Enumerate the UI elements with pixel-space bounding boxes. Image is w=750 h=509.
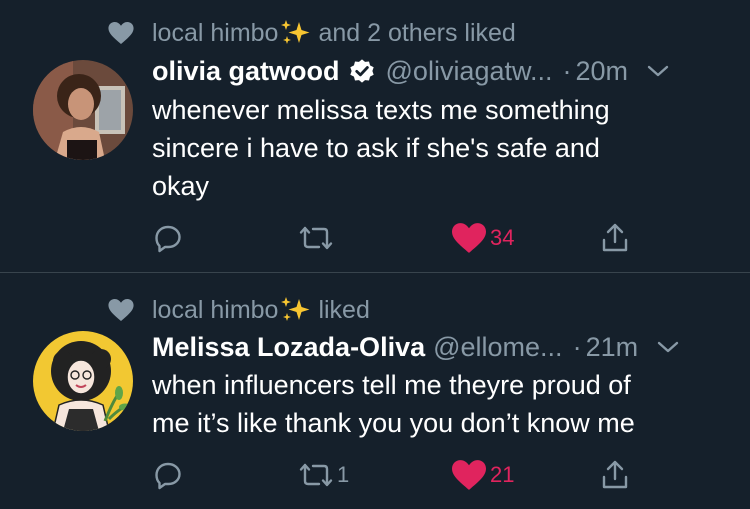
sparkles-emoji [281,297,310,321]
heart-icon [108,22,134,44]
tweet-header: Melissa Lozada-Oliva @ellome... · 21m [152,330,730,364]
retweet-icon [299,463,333,487]
share-icon [602,223,628,252]
reply-button[interactable] [153,455,183,495]
tweet-actions: 1 21 [0,455,750,495]
tweet-text-line: whenever melissa texts me something [152,95,610,125]
avatar-image [33,331,133,431]
social-context: local himbo and 2 others liked [108,18,516,48]
separator-dot: · [572,331,582,362]
tweet-text: when influencers tell me theyre proud of… [152,366,720,442]
heart-icon [108,299,134,321]
retweet-icon [299,226,333,250]
tweet-text: whenever melissa texts me something sinc… [152,91,720,205]
reply-button[interactable] [153,218,183,258]
author-handle[interactable]: @ellome... [433,332,562,363]
tweet[interactable]: local himbo and 2 others liked olivia ga… [0,0,750,272]
tweet-actions: 34 [0,218,750,258]
share-icon [602,460,628,489]
sparkles-emoji [281,20,310,44]
context-suffix: liked [318,295,370,324]
chevron-down-icon[interactable] [646,63,670,79]
avatar[interactable] [33,60,133,160]
retweet-button[interactable] [299,218,337,258]
author-name[interactable]: olivia gatwood [152,56,340,87]
chevron-down-icon[interactable] [656,339,680,355]
timestamp[interactable]: 21m [586,332,639,363]
reply-icon [155,225,181,253]
heart-icon [452,223,486,253]
avatar-image [33,60,133,160]
heart-icon [452,460,486,490]
tweet-text-line: when influencers tell me theyre proud of [152,370,631,400]
context-user-name[interactable]: local himbo [152,296,278,325]
tweet[interactable]: local himbo liked Melissa Lozada-Oliva @… [0,273,750,509]
like-button[interactable]: 21 [452,455,514,495]
social-context: local himbo liked [108,295,370,325]
retweet-count: 1 [337,462,350,487]
retweet-button[interactable]: 1 [299,455,349,495]
verified-badge-icon [349,59,374,83]
context-user-name[interactable]: local himbo [152,19,278,48]
tweet-header: olivia gatwood @oliviagatw... · 20m [152,54,730,88]
like-count: 21 [490,462,515,487]
like-count: 34 [490,225,515,250]
separator-dot: · [562,55,572,86]
avatar[interactable] [33,331,133,431]
share-button[interactable] [600,455,630,495]
context-suffix: and 2 others liked [318,18,516,47]
tweet-text-line: okay [152,171,210,201]
reply-icon [155,462,181,490]
timestamp[interactable]: 20m [576,56,629,87]
tweet-text-line: sincere i have to ask if she's safe and [152,133,600,163]
like-button[interactable]: 34 [452,218,514,258]
share-button[interactable] [600,218,630,258]
author-name[interactable]: Melissa Lozada-Oliva [152,332,425,363]
author-handle[interactable]: @oliviagatw... [386,56,553,87]
tweet-text-line: me it’s like thank you you don’t know me [152,408,635,438]
